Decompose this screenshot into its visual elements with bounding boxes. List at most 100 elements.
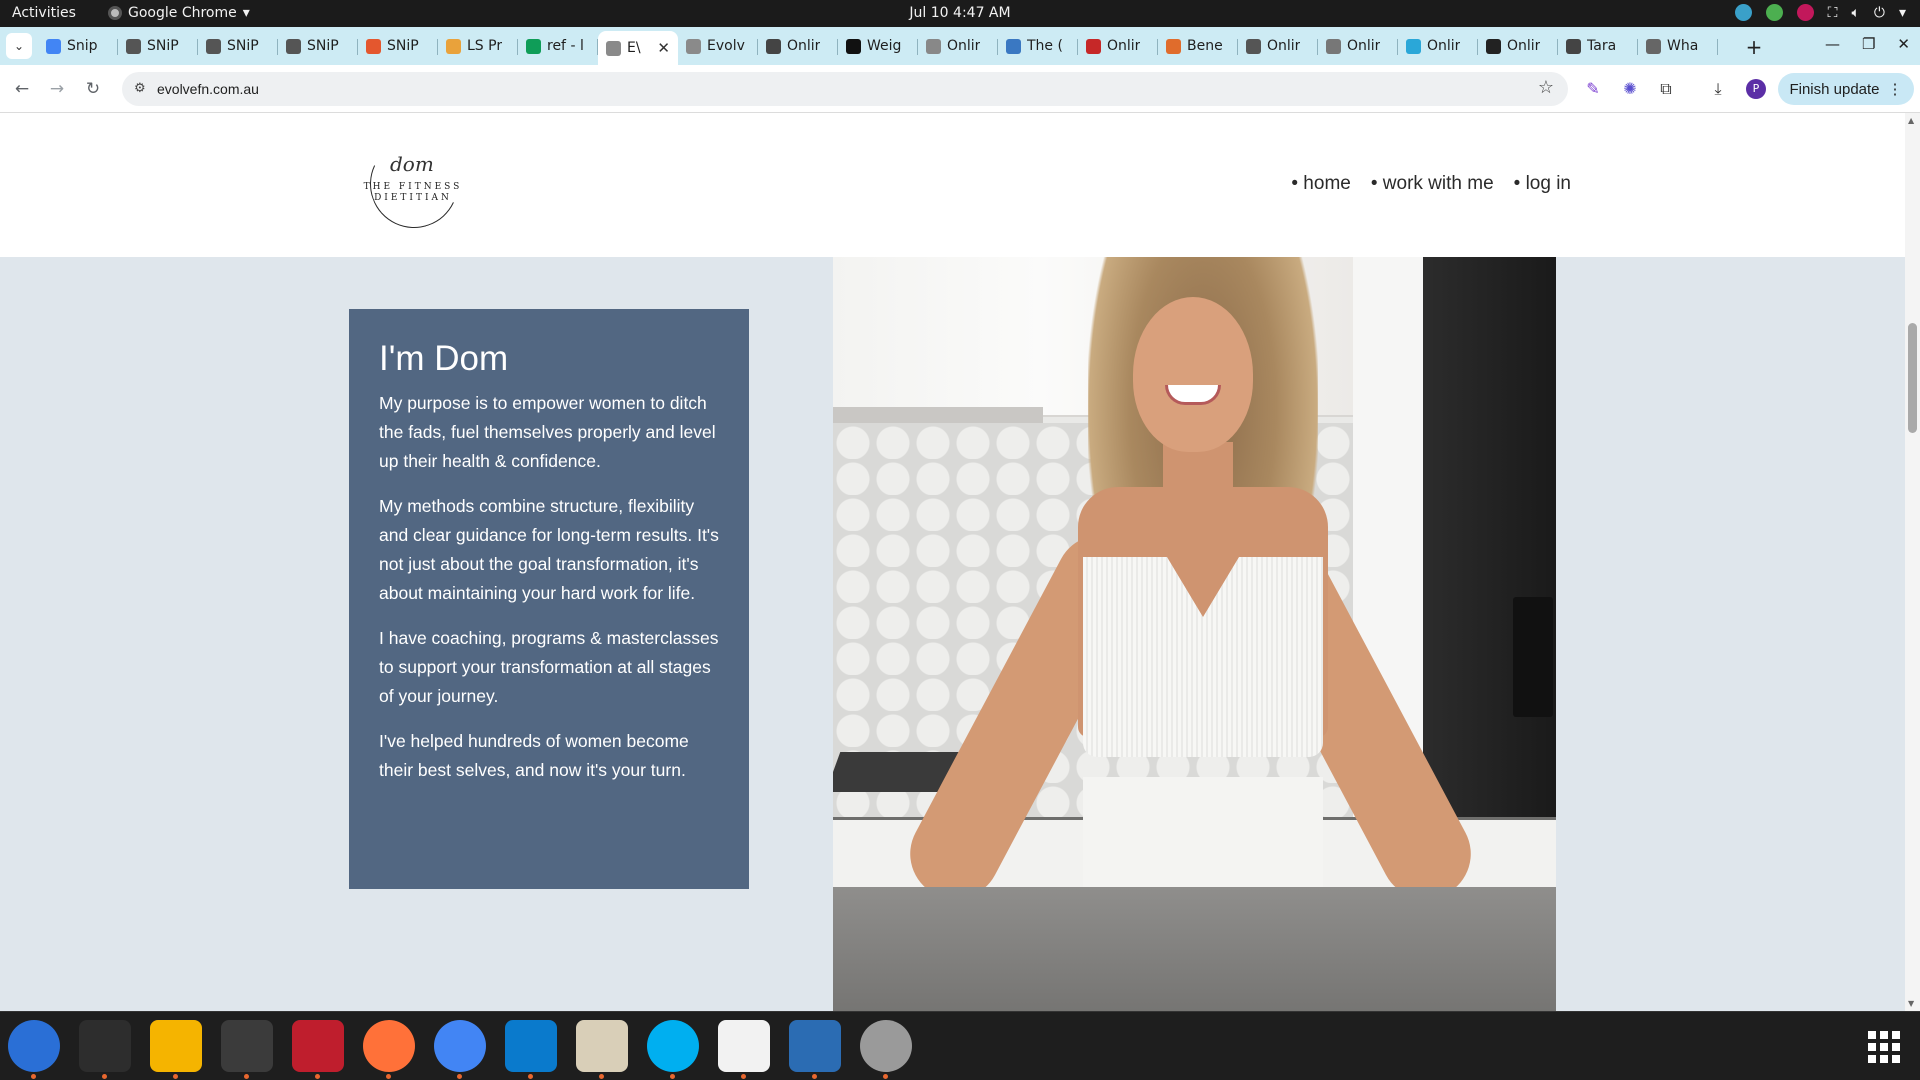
pattern-icon xyxy=(1006,38,1021,54)
about-heading: I'm Dom xyxy=(379,339,509,378)
browser-toolbar: ← → ↻ ⚙ evolvefn.com.au ☆ ✎ ✺ ⧉ ⤓ P Fini… xyxy=(0,65,1920,113)
tray-app-icon[interactable] xyxy=(1796,4,1814,21)
bookmark-star-icon[interactable]: ☆ xyxy=(1538,77,1554,98)
disk-icon[interactable] xyxy=(860,1020,912,1079)
browser-tab[interactable]: Onlir xyxy=(1318,31,1398,61)
firefox-icon[interactable] xyxy=(363,1020,415,1079)
chrome-icon[interactable] xyxy=(434,1020,486,1079)
chrome-small-icon xyxy=(108,6,122,20)
calculator-icon[interactable] xyxy=(150,1020,202,1079)
globe-icon xyxy=(766,38,781,54)
browser-tab[interactable]: The ( xyxy=(998,31,1078,61)
tab-title: Onlir xyxy=(1267,38,1301,54)
volume-icon[interactable]: 🔈︎ xyxy=(1851,5,1859,21)
browser-tab[interactable]: SNiP xyxy=(118,31,198,61)
tab-strip: ⌄ Snip SNiP SNiP SNiP SNiP LS Pr ref - l E\ ✕ Evo… xyxy=(0,27,1920,65)
page-icon xyxy=(926,38,941,54)
site-info-icon[interactable]: ⚙ xyxy=(134,81,146,96)
browser-tab[interactable]: ref - l xyxy=(518,31,598,61)
app-menu[interactable]: Google Chrome ▾ xyxy=(108,5,250,21)
running-indicator xyxy=(741,1074,746,1079)
browser-tab[interactable]: Bene xyxy=(1158,31,1238,61)
browser-tab[interactable]: Onlir xyxy=(1078,31,1158,61)
browser-tab[interactable]: Onlir xyxy=(758,31,838,61)
system-tray: ⛶ 🔈︎ ⏻ ▾ xyxy=(1734,4,1906,21)
tab-title: SNiP xyxy=(147,38,179,54)
scroll-up-arrow-icon[interactable]: ▲ xyxy=(1908,116,1914,125)
u-icon xyxy=(846,38,861,54)
running-indicator xyxy=(173,1074,178,1079)
browser-tab[interactable]: SNiP xyxy=(278,31,358,61)
running-indicator xyxy=(670,1074,675,1079)
dom-portrait-photo xyxy=(833,257,1556,1011)
thunderbird-icon[interactable] xyxy=(8,1020,60,1079)
tab-title: ref - l xyxy=(547,38,584,54)
browser-tab[interactable]: E\ ✕ xyxy=(598,31,678,65)
forward-icon[interactable]: → xyxy=(45,77,69,101)
reload-icon[interactable]: ↻ xyxy=(81,77,105,101)
browser-tab[interactable]: Tara xyxy=(1558,31,1638,61)
profile-avatar[interactable]: P xyxy=(1746,79,1766,99)
clock-time[interactable]: 4:47 AM xyxy=(953,5,1011,21)
page-scrollbar[interactable]: ▲ ▼ xyxy=(1905,113,1920,1011)
back-icon[interactable]: ← xyxy=(10,77,34,101)
running-indicator xyxy=(599,1074,604,1079)
browser-tab[interactable]: SNiP xyxy=(198,31,278,61)
browser-tab[interactable]: Onlir xyxy=(1398,31,1478,61)
browser-tab[interactable]: Onlir xyxy=(918,31,998,61)
scrollbar-thumb[interactable] xyxy=(1908,323,1917,433)
text-editor-icon[interactable] xyxy=(718,1020,770,1079)
show-apps-grid-icon[interactable] xyxy=(1868,1031,1900,1063)
system-monitor-icon[interactable] xyxy=(221,1020,273,1079)
browser-tab[interactable]: Evolv xyxy=(678,31,758,61)
run-icon xyxy=(1246,38,1261,54)
tray-sync-icon[interactable] xyxy=(1734,4,1752,21)
nav-work-with-me-link[interactable]: • work with me xyxy=(1371,173,1494,195)
browser-tab[interactable]: LS Pr xyxy=(438,31,518,61)
browser-tab[interactable]: Weig xyxy=(838,31,918,61)
browser-tab[interactable]: Onlir xyxy=(1478,31,1558,61)
pen-extension-icon[interactable]: ✎ xyxy=(1583,79,1603,99)
skype-icon[interactable] xyxy=(647,1020,699,1079)
browser-tab[interactable]: Onlir xyxy=(1238,31,1318,61)
close-window-icon[interactable]: ✕ xyxy=(1897,35,1910,53)
address-bar[interactable]: ⚙ evolvefn.com.au ☆ xyxy=(122,72,1568,106)
tab-title: Onlir xyxy=(947,38,981,54)
new-tab-button[interactable]: + xyxy=(1742,35,1766,59)
network-icon[interactable]: ⛶ xyxy=(1828,5,1838,21)
running-indicator xyxy=(812,1074,817,1079)
browser-tab[interactable]: Wha xyxy=(1638,31,1718,61)
nav-log-in-link[interactable]: • log in xyxy=(1514,173,1571,195)
restore-icon[interactable]: ❐ xyxy=(1862,35,1875,53)
evolve-icon xyxy=(686,38,701,54)
clock-date[interactable]: Jul 10 xyxy=(909,5,948,21)
tab-title: Onlir xyxy=(1507,38,1541,54)
filezilla-icon[interactable] xyxy=(292,1020,344,1079)
finish-update-button[interactable]: Finish update ⋮ xyxy=(1778,73,1914,105)
url-text[interactable]: evolvefn.com.au xyxy=(157,81,259,97)
download-icon[interactable]: ⤓ xyxy=(1708,79,1728,99)
running-indicator xyxy=(31,1074,36,1079)
caret-down-icon[interactable]: ▾ xyxy=(1899,5,1906,21)
extensions-puzzle-icon[interactable]: ⧉ xyxy=(1656,79,1676,99)
nav-home-link[interactable]: • home xyxy=(1291,173,1350,195)
browser-tab[interactable]: SNiP xyxy=(358,31,438,61)
tab-title: LS Pr xyxy=(467,38,503,54)
tray-check-icon[interactable] xyxy=(1765,4,1783,21)
browser-tab[interactable]: Snip xyxy=(38,31,118,61)
tab-search-button[interactable]: ⌄ xyxy=(6,33,32,59)
fitness-dietitian-logo[interactable]: dom THE FITNESS DIETITIAN xyxy=(354,127,472,241)
minimize-icon[interactable]: — xyxy=(1825,35,1840,53)
close-tab-icon[interactable]: ✕ xyxy=(657,39,670,57)
about-paragraph: My purpose is to empower women to ditch … xyxy=(379,393,716,471)
writer-icon[interactable] xyxy=(789,1020,841,1079)
terminal-icon[interactable] xyxy=(79,1020,131,1079)
activities-button[interactable]: Activities xyxy=(12,5,76,21)
scroll-down-arrow-icon[interactable]: ▼ xyxy=(1908,999,1914,1008)
running-indicator xyxy=(528,1074,533,1079)
gear-extension-icon[interactable]: ✺ xyxy=(1620,79,1640,99)
snip-icon xyxy=(366,38,381,54)
files-icon[interactable] xyxy=(576,1020,628,1079)
vscode-icon[interactable] xyxy=(505,1020,557,1079)
power-icon[interactable]: ⏻ xyxy=(1874,5,1885,21)
